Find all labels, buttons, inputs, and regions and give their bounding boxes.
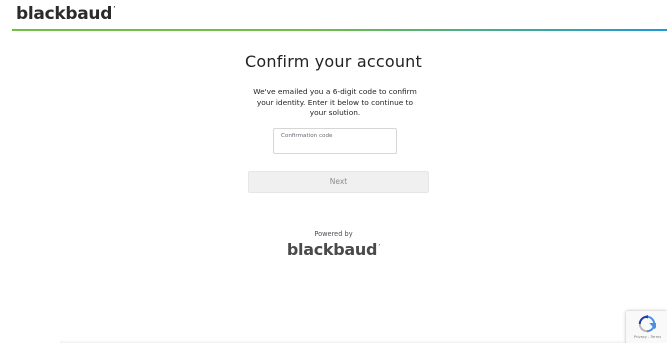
- recaptcha-links[interactable]: Privacy - Terms: [628, 335, 667, 339]
- confirmation-code-label: Confirmation code: [281, 133, 333, 139]
- header: blackbaud’: [0, 0, 667, 31]
- next-button[interactable]: Next: [248, 171, 429, 193]
- header-accent-bar: [12, 29, 667, 31]
- page-title: Confirm your account: [245, 52, 422, 71]
- recaptcha-badge[interactable]: Privacy - Terms: [626, 311, 667, 343]
- login-page: blackbaud’ Confirm your account We've em…: [0, 0, 667, 343]
- confirmation-code-field[interactable]: Confirmation code: [273, 128, 397, 154]
- header-logo: blackbaud’: [16, 4, 116, 24]
- footer-logo: blackbaud’: [0, 240, 667, 259]
- logo-mark-icon: ’: [113, 5, 116, 15]
- instructions-text: We've emailed you a 6-digit code to conf…: [253, 87, 417, 117]
- footer-logo-text: blackbaud: [286, 240, 378, 259]
- powered-by-text: Powered by: [314, 230, 353, 238]
- confirmation-code-input[interactable]: [280, 141, 390, 151]
- header-logo-text: blackbaud: [16, 4, 113, 24]
- footer-logo-mark-icon: ’: [378, 242, 381, 251]
- recaptcha-icon: [638, 315, 656, 333]
